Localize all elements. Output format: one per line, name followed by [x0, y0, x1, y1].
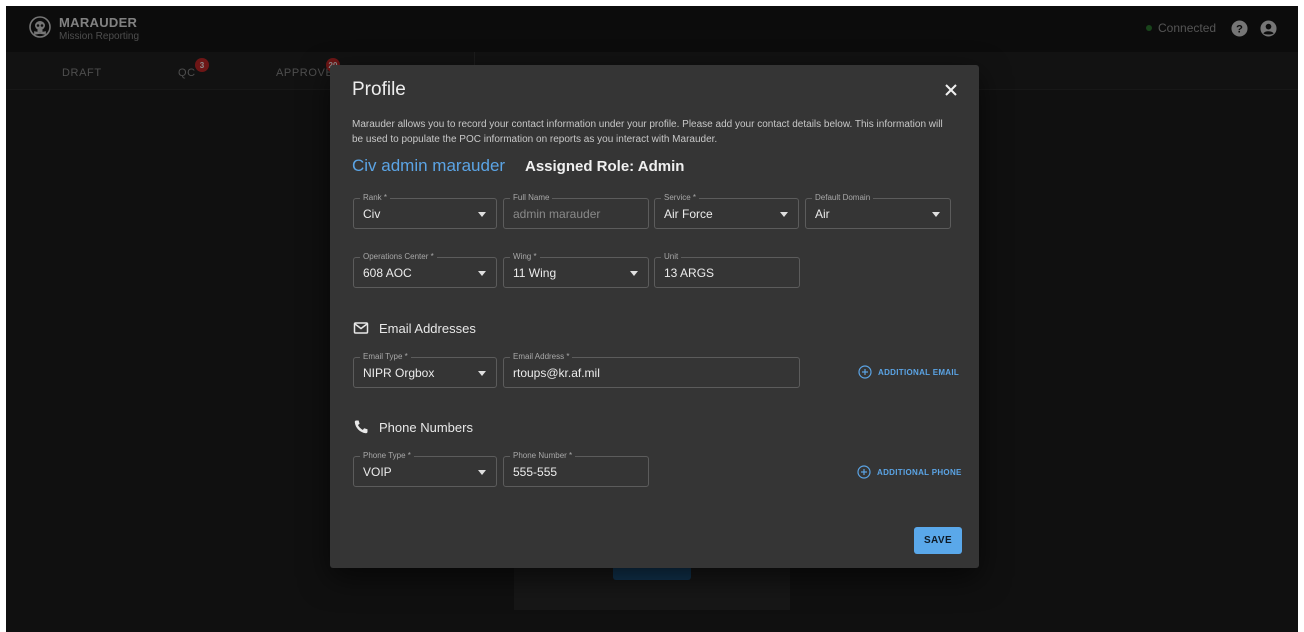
email-type-select[interactable]: Email Type * NIPR Orgbox [353, 351, 497, 388]
phone-number-field[interactable]: Phone Number * 555-555 [503, 450, 649, 487]
operations-center-select[interactable]: Operations Center * 608 AOC [353, 251, 497, 288]
add-circle-icon [858, 365, 872, 379]
additional-phone-label: ADDITIONAL PHONE [877, 467, 962, 477]
operations-center-value: 608 AOC [363, 266, 412, 280]
rank-value: Civ [363, 207, 381, 221]
phone-number-label: Phone Number * [510, 450, 576, 461]
email-type-label: Email Type * [360, 351, 411, 362]
unit-field[interactable]: Unit 13 ARGS [654, 251, 800, 288]
additional-email-button[interactable]: ADDITIONAL EMAIL [858, 365, 959, 379]
chevron-down-icon [932, 212, 940, 217]
chevron-down-icon [780, 212, 788, 217]
dialog-description: Marauder allows you to record your conta… [352, 119, 943, 145]
wing-value: 11 Wing [513, 266, 557, 280]
full-name-field[interactable]: Full Name admin marauder [503, 192, 649, 229]
phone-number-value: 555-555 [513, 465, 558, 479]
mail-icon [353, 322, 369, 334]
wing-label: Wing * [510, 251, 540, 262]
additional-phone-button[interactable]: ADDITIONAL PHONE [857, 465, 962, 479]
unit-value: 13 ARGS [664, 266, 715, 280]
profile-user-name: Civ admin marauder [352, 156, 506, 175]
email-address-field[interactable]: Email Address * rtoups@kr.af.mil [503, 351, 800, 388]
assigned-role: Assigned Role: Admin [525, 158, 685, 175]
full-name-label: Full Name [510, 192, 553, 203]
chevron-down-icon [478, 470, 486, 475]
default-domain-select[interactable]: Default Domain Air [805, 192, 951, 229]
email-section-title: Email Addresses [379, 321, 476, 336]
phone-icon [354, 420, 368, 434]
add-circle-icon [857, 465, 871, 479]
phone-type-label: Phone Type * [360, 450, 414, 461]
default-domain-label: Default Domain [812, 192, 874, 203]
chevron-down-icon [478, 271, 486, 276]
full-name-value: admin marauder [513, 207, 601, 221]
chevron-down-icon [478, 371, 486, 376]
app-root: MARAUDER Mission Reporting Connected ? D… [6, 6, 1298, 632]
email-type-value: NIPR Orgbox [363, 366, 435, 380]
profile-dialog: Profile Marauder allows you to record yo… [330, 65, 979, 568]
phone-type-value: VOIP [363, 465, 392, 479]
rank-label: Rank * [360, 192, 391, 203]
unit-label: Unit [661, 251, 682, 262]
rank-select[interactable]: Rank * Civ [353, 192, 497, 229]
email-address-label: Email Address * [510, 351, 573, 362]
chevron-down-icon [478, 212, 486, 217]
service-label: Service * [661, 192, 700, 203]
save-button[interactable]: SAVE [914, 527, 962, 554]
chevron-down-icon [630, 271, 638, 276]
close-icon[interactable] [943, 82, 959, 98]
email-address-value: rtoups@kr.af.mil [513, 366, 600, 380]
phone-type-select[interactable]: Phone Type * VOIP [353, 450, 497, 487]
phone-section-title: Phone Numbers [379, 420, 473, 435]
operations-center-label: Operations Center * [360, 251, 437, 262]
default-domain-value: Air [815, 207, 830, 221]
wing-select[interactable]: Wing * 11 Wing [503, 251, 649, 288]
service-value: Air Force [664, 207, 713, 221]
service-select[interactable]: Service * Air Force [654, 192, 799, 229]
dialog-title: Profile [352, 79, 406, 100]
additional-email-label: ADDITIONAL EMAIL [878, 367, 960, 377]
